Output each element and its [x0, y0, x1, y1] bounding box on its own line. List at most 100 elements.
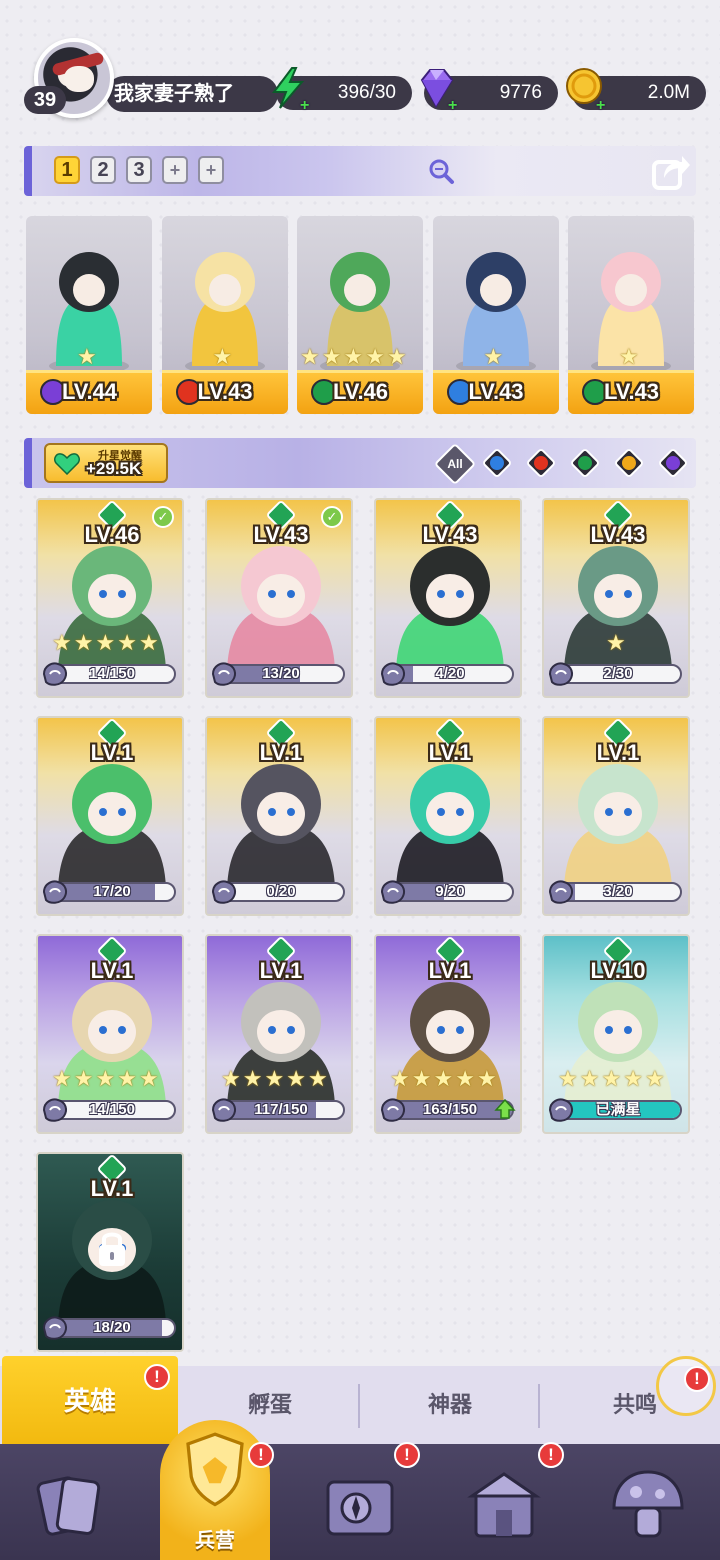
star-icon: ★ — [606, 630, 626, 655]
building-icon — [467, 1472, 541, 1538]
star-icon: ★ — [138, 1066, 159, 1091]
team-star-row: ★ — [213, 346, 233, 368]
star-icon: ★ — [476, 1066, 497, 1091]
star-icon: ★ — [558, 1066, 578, 1091]
team-hero-level: LV.46 — [333, 379, 389, 404]
team-selector-bar: 1 2 3 + + — [24, 146, 696, 196]
hero-level: LV.10 — [590, 958, 646, 983]
floating-alert-badge: ! — [684, 1366, 710, 1392]
star-icon: ★ — [95, 630, 116, 655]
hero-portrait — [396, 764, 504, 888]
nav-barracks-label: 兵营 — [195, 1530, 235, 1552]
team-tab-2[interactable]: 2 — [90, 156, 116, 184]
star-icon: ★ — [483, 344, 504, 369]
hero-card[interactable]: LV.1 18/20 — [36, 1152, 184, 1352]
guild-alert-badge: ! — [538, 1442, 564, 1468]
hero-card[interactable]: LV.10 已满星 ★ ★ ★ ★ ★ — [542, 934, 690, 1134]
hero-portrait — [227, 546, 335, 670]
shard-icon — [380, 662, 405, 686]
hero-card[interactable]: LV.1 3/20 — [542, 716, 690, 916]
star-icon: ★ — [365, 344, 385, 369]
shard-icon — [42, 1098, 67, 1122]
team-hero-level: LV.43 — [197, 379, 253, 404]
filter-all-label: All — [447, 457, 463, 471]
map-icon — [326, 1480, 394, 1536]
team-tab-1[interactable]: 1 — [54, 156, 80, 184]
star-icon: ★ — [117, 630, 137, 655]
mushroom-icon — [612, 1470, 684, 1538]
hero-star-row: ★ ★ ★ ★ ★ — [221, 1068, 328, 1090]
heart-icon — [54, 453, 80, 475]
filter-light-icon[interactable] — [612, 446, 646, 480]
tab-artifact[interactable]: 神器 — [360, 1366, 540, 1444]
hero-portrait — [58, 764, 166, 888]
hero-filter-bar: 升星觉醒 +29.5K All — [24, 438, 696, 488]
filter-water-icon[interactable] — [480, 446, 514, 480]
hero-level: LV.1 — [428, 740, 472, 765]
team-star-row: ★ ★ ★ ★ ★ — [300, 346, 407, 368]
shard-icon — [548, 880, 573, 904]
filter-all[interactable]: All — [433, 442, 477, 486]
hero-card[interactable]: LV.1 117/150 ★ ★ ★ ★ ★ — [205, 934, 353, 1134]
hero-card[interactable]: LV.1 17/20 — [36, 716, 184, 916]
star-icon: ★ — [343, 344, 364, 369]
star-icon: ★ — [601, 1066, 622, 1091]
star-icon: ★ — [623, 1066, 643, 1091]
hero-card[interactable]: LV.1 163/150 ★ ★ ★ ★ ★ — [374, 934, 522, 1134]
hero-card[interactable]: LV.43 2/30 ★ — [542, 498, 690, 698]
gem-plus-icon[interactable]: + — [448, 98, 464, 114]
hero-card[interactable]: LV.46 ✓ 14/150 ★ ★ ★ ★ ★ — [36, 498, 184, 698]
shard-icon — [42, 1316, 67, 1340]
shard-icon — [42, 662, 67, 686]
hero-card[interactable]: LV.43 ✓ 13/20 — [205, 498, 353, 698]
team-slot-4[interactable]: LV.43 ★ — [432, 216, 559, 414]
team-hero-level: LV.43 — [604, 379, 660, 404]
team-star-row: ★ — [619, 346, 639, 368]
team-tab-add-1[interactable]: + — [162, 156, 188, 184]
barracks-alert-badge: ! — [248, 1442, 274, 1468]
team-tab-add-2[interactable]: + — [198, 156, 224, 184]
team-slot-5[interactable]: LV.43 ★ — [568, 216, 694, 414]
player-profile[interactable]: 我家妻子熟了 39 — [24, 38, 278, 118]
shard-icon — [42, 880, 67, 904]
lock-icon — [99, 1232, 125, 1266]
nav-mushroom[interactable] — [576, 1444, 720, 1560]
team-tab-3[interactable]: 3 — [126, 156, 152, 184]
team-slot-1[interactable]: LV.44 ★ — [26, 216, 152, 414]
energy-plus-icon[interactable]: + — [300, 98, 316, 114]
nav-cards[interactable] — [0, 1444, 144, 1560]
shard-icon — [380, 1098, 405, 1122]
share-icon[interactable] — [650, 150, 692, 192]
star-icon: ★ — [321, 344, 342, 369]
hero-card[interactable]: LV.1 0/20 — [205, 716, 353, 916]
shard-icon — [211, 880, 236, 904]
gold-plus-icon[interactable]: + — [596, 98, 612, 114]
shard-icon — [380, 880, 405, 904]
hero-card[interactable]: LV.43 4/20 — [374, 498, 522, 698]
search-icon[interactable] — [426, 156, 456, 186]
team-slot-3[interactable]: LV.46 ★ ★ ★ ★ ★ — [297, 216, 423, 414]
heroes-tab-alert-badge: ! — [144, 1364, 170, 1390]
star-icon: ★ — [264, 1066, 285, 1091]
filter-fire-icon[interactable] — [524, 446, 558, 480]
star-awaken-button[interactable]: 升星觉醒 +29.5K — [44, 443, 168, 483]
filter-nature-icon[interactable] — [568, 446, 602, 480]
gem-counter[interactable]: + 9776 — [420, 69, 558, 114]
star-icon: ★ — [644, 1066, 665, 1091]
team-slot-2[interactable]: LV.43 ★ — [161, 216, 288, 414]
gold-value: 2.0M — [647, 82, 690, 103]
gold-counter[interactable]: + 2.0M — [566, 68, 706, 114]
filter-dark-icon[interactable] — [656, 446, 690, 480]
awaken-value: +29.5K — [86, 459, 142, 478]
gem-value: 9776 — [499, 82, 542, 103]
energy-counter[interactable]: + 396/30 — [272, 67, 412, 114]
hero-card[interactable]: LV.1 14/150 ★ ★ ★ ★ ★ — [36, 934, 184, 1134]
hero-star-row: ★ ★ ★ ★ ★ — [52, 1068, 159, 1090]
hero-level: LV.1 — [596, 740, 640, 765]
hero-card[interactable]: LV.1 9/20 — [374, 716, 522, 916]
star-icon: ★ — [307, 1066, 328, 1091]
avatar-face — [64, 66, 94, 92]
hero-portrait — [227, 764, 335, 888]
star-icon: ★ — [300, 344, 320, 369]
player-name: 我家妻子熟了 — [106, 76, 278, 112]
